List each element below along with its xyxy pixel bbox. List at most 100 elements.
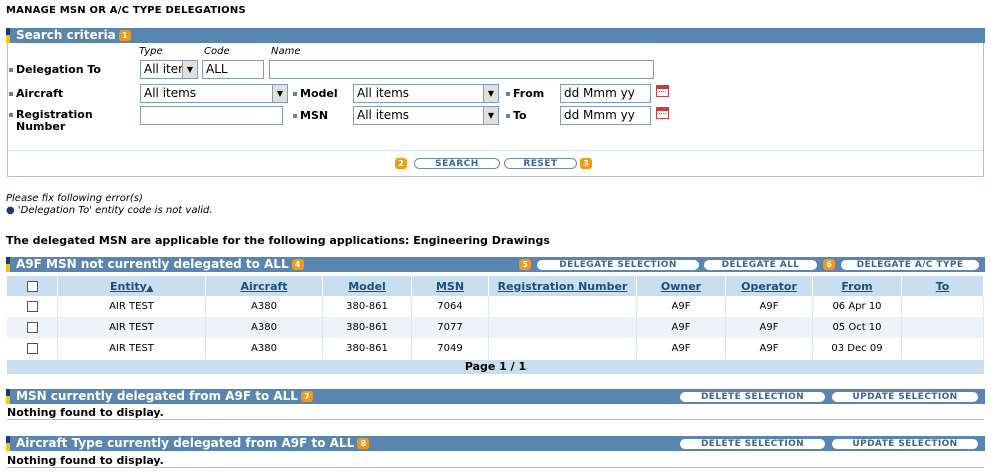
column-header-msn[interactable]: MSN bbox=[411, 276, 489, 296]
help-badge-1[interactable]: 1 bbox=[118, 30, 131, 41]
chevron-down-icon: ▼ bbox=[272, 85, 287, 102]
cell-model: 380-861 bbox=[322, 296, 412, 317]
delegation-to-label: Delegation To bbox=[9, 63, 101, 76]
row-checkbox-cell[interactable] bbox=[7, 317, 58, 338]
delegation-type-select[interactable]: All iter ▼ bbox=[140, 60, 198, 79]
chevron-down-icon: ▼ bbox=[182, 61, 197, 78]
help-badge-5[interactable]: 5 bbox=[519, 259, 531, 270]
type-delegated-title: Aircraft Type currently delegated from A… bbox=[16, 436, 355, 450]
table-row: AIR TEST A380 380-861 7064 A9F A9F 06 Ap… bbox=[7, 296, 984, 317]
row-checkbox[interactable] bbox=[26, 300, 38, 312]
row-checkbox-cell[interactable] bbox=[7, 296, 58, 317]
cell-msn: 7077 bbox=[411, 317, 489, 338]
search-criteria-title: Search criteria bbox=[16, 28, 116, 42]
column-header-from[interactable]: From bbox=[812, 276, 902, 296]
cell-entity: AIR TEST bbox=[57, 338, 206, 359]
from-date-input[interactable]: dd Mmm yy bbox=[560, 84, 651, 103]
type-delegated-empty: Nothing found to display. bbox=[7, 454, 164, 467]
column-header-registration[interactable]: Registration Number bbox=[488, 276, 637, 296]
cell-registration bbox=[488, 317, 637, 338]
delete-selection-button[interactable]: DELETE SELECTION bbox=[680, 392, 825, 402]
model-select[interactable]: All items ▼ bbox=[353, 84, 499, 103]
help-badge-7[interactable]: 7 bbox=[300, 391, 313, 402]
registration-number-input[interactable] bbox=[140, 106, 283, 125]
column-header-entity[interactable]: Entity▲ bbox=[57, 276, 206, 296]
select-all-checkbox-cell[interactable] bbox=[7, 276, 58, 296]
cell-from: 06 Apr 10 bbox=[812, 296, 902, 317]
update-selection-button[interactable]: UPDATE SELECTION bbox=[832, 392, 978, 402]
page-title: MANAGE MSN OR A/C TYPE DELEGATIONS bbox=[6, 5, 246, 16]
cell-from: 05 Oct 10 bbox=[812, 317, 902, 338]
delegate-ac-type-button[interactable]: DELEGATE A/C TYPE bbox=[841, 260, 979, 270]
cell-aircraft: A380 bbox=[205, 338, 323, 359]
msn-delegated-empty: Nothing found to display. bbox=[7, 406, 164, 419]
msn-select[interactable]: All items ▼ bbox=[353, 106, 499, 125]
divider bbox=[7, 467, 984, 468]
cell-registration bbox=[488, 296, 637, 317]
to-label: To bbox=[506, 109, 527, 122]
column-header-model[interactable]: Model bbox=[322, 276, 412, 296]
applicability-text: The delegated MSN are applicable for the… bbox=[6, 234, 550, 247]
delegation-name-input[interactable] bbox=[269, 60, 654, 79]
table-header-row: Entity▲ Aircraft Model MSN Registration … bbox=[7, 276, 984, 296]
msn-label: MSN bbox=[293, 109, 328, 122]
cell-model: 380-861 bbox=[322, 317, 412, 338]
registration-number-label: Registration Number bbox=[9, 109, 93, 133]
cell-entity: AIR TEST bbox=[57, 296, 206, 317]
aircraft-select[interactable]: All items ▼ bbox=[140, 84, 288, 103]
delete-selection-button[interactable]: DELETE SELECTION bbox=[680, 439, 825, 449]
msn-delegated-title: MSN currently delegated from A9F to ALL bbox=[16, 389, 298, 403]
column-header-owner[interactable]: Owner bbox=[636, 276, 726, 296]
reset-button[interactable]: RESET bbox=[504, 158, 577, 169]
help-badge-3[interactable]: 3 bbox=[580, 158, 592, 169]
column-header-operator[interactable]: Operator bbox=[725, 276, 813, 296]
help-badge-6[interactable]: 6 bbox=[823, 259, 835, 270]
cell-aircraft: A380 bbox=[205, 317, 323, 338]
search-criteria-header: Search criteria 1 bbox=[6, 28, 985, 43]
cell-registration bbox=[488, 338, 637, 359]
cell-msn: 7049 bbox=[411, 338, 489, 359]
delegation-code-input[interactable]: ALL bbox=[202, 60, 264, 79]
code-col-label: Code bbox=[204, 46, 230, 57]
error-item: ● 'Delegation To' entity code is not val… bbox=[6, 205, 213, 216]
cell-owner: A9F bbox=[636, 296, 726, 317]
cell-model: 380-861 bbox=[322, 338, 412, 359]
calendar-icon[interactable] bbox=[656, 107, 669, 119]
row-checkbox[interactable] bbox=[26, 321, 38, 333]
cell-entity: AIR TEST bbox=[57, 317, 206, 338]
chevron-down-icon: ▼ bbox=[483, 107, 498, 124]
cell-operator: A9F bbox=[725, 296, 813, 317]
error-heading: Please fix following error(s) bbox=[6, 193, 143, 204]
search-button[interactable]: SEARCH bbox=[414, 158, 500, 169]
delegate-selection-button[interactable]: DELEGATE SELECTION bbox=[537, 260, 699, 270]
chevron-down-icon: ▼ bbox=[483, 85, 498, 102]
not-delegated-title: A9F MSN not currently delegated to ALL bbox=[16, 257, 289, 271]
cell-from: 03 Dec 09 bbox=[812, 338, 902, 359]
help-badge-4[interactable]: 4 bbox=[291, 259, 304, 270]
row-checkbox[interactable] bbox=[26, 342, 38, 354]
table-row: AIR TEST A380 380-861 7077 A9F A9F 05 Oc… bbox=[7, 317, 984, 338]
cell-aircraft: A380 bbox=[205, 296, 323, 317]
cell-owner: A9F bbox=[636, 338, 726, 359]
name-col-label: Name bbox=[271, 46, 301, 57]
help-badge-2[interactable]: 2 bbox=[395, 158, 407, 169]
model-label: Model bbox=[293, 87, 338, 100]
row-checkbox-cell[interactable] bbox=[7, 338, 58, 359]
cell-operator: A9F bbox=[725, 317, 813, 338]
column-header-aircraft[interactable]: Aircraft bbox=[205, 276, 323, 296]
cell-operator: A9F bbox=[725, 338, 813, 359]
calendar-icon[interactable] bbox=[656, 85, 669, 97]
from-label: From bbox=[506, 87, 544, 100]
sort-asc-icon: ▲ bbox=[146, 282, 153, 292]
not-delegated-table: Entity▲ Aircraft Model MSN Registration … bbox=[7, 276, 984, 359]
cell-owner: A9F bbox=[636, 317, 726, 338]
type-col-label: Type bbox=[139, 46, 163, 57]
table-row: AIR TEST A380 380-861 7049 A9F A9F 03 De… bbox=[7, 338, 984, 359]
update-selection-button[interactable]: UPDATE SELECTION bbox=[832, 439, 978, 449]
column-header-to[interactable]: To bbox=[901, 276, 984, 296]
delegate-all-button[interactable]: DELEGATE ALL bbox=[704, 260, 817, 270]
to-date-input[interactable]: dd Mmm yy bbox=[560, 106, 651, 125]
select-all-checkbox[interactable] bbox=[26, 281, 38, 292]
pagination-label: Page 1 / 1 bbox=[7, 360, 984, 374]
help-badge-8[interactable]: 8 bbox=[357, 438, 370, 449]
